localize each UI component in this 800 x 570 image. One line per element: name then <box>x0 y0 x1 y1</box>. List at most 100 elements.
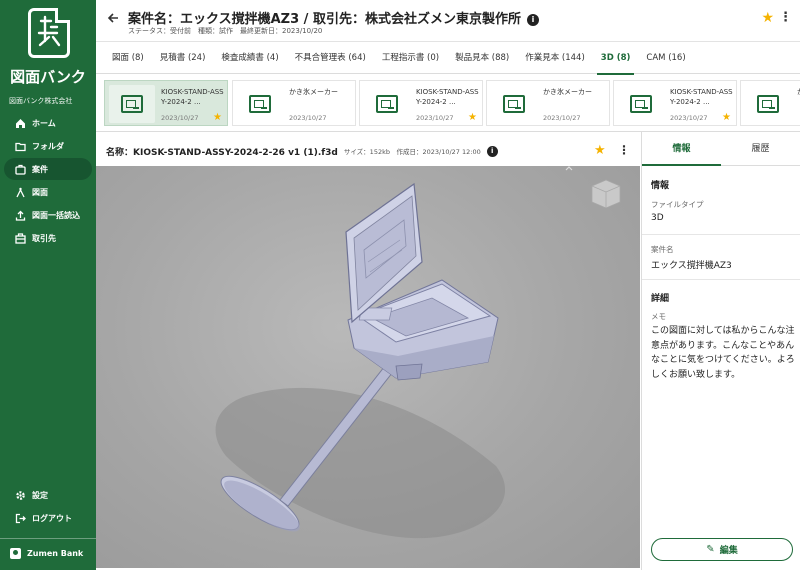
tab-cam[interactable]: CAM (16) <box>638 42 693 74</box>
file-type-label: ファイルタイプ <box>651 200 704 209</box>
logo[interactable]: 図面バンク <box>10 8 86 88</box>
building-icon <box>14 232 26 244</box>
sidebar-item-label: フォルダ <box>32 141 64 151</box>
gear-icon <box>14 489 26 501</box>
file-card[interactable]: KIOSK-STAND-ASSY-2024-2 ... 2023/10/27 ★ <box>104 80 228 126</box>
sidebar-item-label: 案件 <box>32 164 48 174</box>
sidebar-item-settings[interactable]: 設定 <box>4 484 92 506</box>
home-icon <box>14 117 26 129</box>
sidebar-item-folder[interactable]: フォルダ <box>4 135 92 157</box>
briefcase-icon <box>14 163 26 175</box>
favorite-star-icon[interactable]: ★ <box>594 143 606 158</box>
drawing-icon <box>249 95 271 113</box>
sidebar-item-cases[interactable]: 案件 <box>4 158 92 180</box>
sidebar-item-label: 図面 <box>32 187 48 197</box>
logo-mark-icon <box>28 8 70 58</box>
file-strip: KIOSK-STAND-ASSY-2024-2 ... 2023/10/27 ★… <box>96 74 800 132</box>
drawing-icon <box>757 95 779 113</box>
info-icon[interactable]: i <box>526 14 539 26</box>
file-name: 名称：KIOSK-STAND-ASSY-2024-2-26 v1 (1).f3d <box>106 147 338 158</box>
logout-icon <box>14 512 26 524</box>
star-icon[interactable]: ★ <box>213 112 222 123</box>
logo-text: 図面バンク <box>10 68 86 86</box>
sidebar-item-label: ログアウト <box>32 513 72 523</box>
sidebar-item-label: ホーム <box>32 118 56 128</box>
memo-text: この図面に対しては私からこんな注意点があります。こんなことやあんなことに気をつけ… <box>651 326 795 380</box>
page-title: 案件名：エックス撹拌機AZ3 / 取引先：株式会社ズメン東京製作所 i <box>128 8 539 27</box>
file-thumbnail <box>364 85 410 123</box>
user-menu[interactable]: Zumen Bank <box>0 538 96 568</box>
pencil-icon: ✎ <box>706 544 715 555</box>
file-meta: サイズ：152kb 作成日：2023/10/27 12:00 <box>343 148 481 156</box>
tab-product-samples[interactable]: 製品見本 (88) <box>447 42 517 74</box>
compass-icon <box>14 186 26 198</box>
file-thumbnail <box>618 85 664 123</box>
sidebar-nav: ホーム フォルダ 案件 図面 図面一括読込 取引先 <box>0 112 96 250</box>
file-card-date: 2023/10/27 <box>161 114 199 122</box>
file-card[interactable]: かき氷メーカー 2023/10/27 <box>232 80 356 126</box>
panel-tabs: 情報 履歴 <box>642 132 800 166</box>
more-menu-icon[interactable]: ⋮ <box>618 143 630 157</box>
tab-info[interactable]: 情報 <box>642 132 721 166</box>
section-title-info: 情報 <box>651 181 670 191</box>
drawing-icon <box>503 95 525 113</box>
tab-quotes[interactable]: 見積書 (24) <box>152 42 214 74</box>
3d-viewer[interactable] <box>96 166 640 568</box>
drawing-icon <box>630 95 652 113</box>
file-card-date: 2023/10/27 <box>543 114 581 122</box>
case-meta: ステータス：受付前 種類：試作 最終更新日：2023/10/20 <box>128 27 323 35</box>
file-card[interactable]: か <box>740 80 800 126</box>
sidebar-item-clients[interactable]: 取引先 <box>4 227 92 249</box>
sidebar-item-logout[interactable]: ログアウト <box>4 507 92 529</box>
tab-inspection-reports[interactable]: 検査成績書 (4) <box>213 42 286 74</box>
tab-3d[interactable]: 3D (8) <box>593 42 639 75</box>
tab-history[interactable]: 履歴 <box>721 132 800 165</box>
file-card-name: KIOSK-STAND-ASSY-2024-2 ... <box>161 88 224 106</box>
file-thumbnail <box>491 85 537 123</box>
favorite-star-icon[interactable]: ★ <box>761 10 774 26</box>
edit-button-label: 編集 <box>719 546 738 556</box>
divider <box>642 279 800 280</box>
file-card-name: KIOSK-STAND-ASSY-2024-2 ... <box>416 88 479 106</box>
sidebar-item-label: 取引先 <box>32 233 56 243</box>
case-name-label: 案件名 <box>651 245 674 254</box>
detail-panel: 情報 履歴 情報 ファイルタイプ 3D 案件名 エックス撹拌機AZ3 詳細 メモ… <box>641 132 800 570</box>
memo-label: メモ <box>651 312 666 321</box>
file-thumbnail <box>109 85 155 123</box>
section-title-details: 詳細 <box>651 294 670 304</box>
folder-icon <box>14 140 26 152</box>
sidebar-item-label: 図面一括読込 <box>32 210 80 220</box>
file-card[interactable]: KIOSK-STAND-ASSY-2024-2 ... 2023/10/27 ★ <box>359 80 483 126</box>
sidebar-item-drawings[interactable]: 図面 <box>4 181 92 203</box>
back-button[interactable] <box>104 9 122 27</box>
case-name-value: エックス撹拌機AZ3 <box>651 261 732 271</box>
file-card[interactable]: かき氷メーカー 2023/10/27 <box>486 80 610 126</box>
user-name: Zumen Bank <box>27 549 84 558</box>
file-card-date: 2023/10/27 <box>670 114 708 122</box>
tab-defect-management[interactable]: 不具合管理表 (64) <box>287 42 374 74</box>
file-card-date: 2023/10/27 <box>416 114 454 122</box>
file-card-name: かき氷メーカー <box>543 88 592 96</box>
file-type-value: 3D <box>651 213 664 223</box>
tab-drawings[interactable]: 図面 (8) <box>104 42 152 74</box>
file-card-date: 2023/10/27 <box>289 114 327 122</box>
tab-work-samples[interactable]: 作業見本 (144) <box>517 42 593 74</box>
file-card[interactable]: KIOSK-STAND-ASSY-2024-2 ... 2023/10/27 ★ <box>613 80 737 126</box>
sidebar-item-label: 設定 <box>32 490 48 500</box>
star-icon[interactable]: ★ <box>722 112 731 123</box>
info-icon[interactable]: i <box>486 145 498 157</box>
company-name: 図面バンク株式会社 <box>9 97 73 105</box>
sidebar-item-home[interactable]: ホーム <box>4 112 92 134</box>
star-icon[interactable]: ★ <box>468 112 477 123</box>
avatar <box>10 548 21 559</box>
file-card-name: かき氷メーカー <box>289 88 338 96</box>
sidebar-item-bulk-import[interactable]: 図面一括読込 <box>4 204 92 226</box>
tab-process-instructions[interactable]: 工程指示書 (0) <box>374 42 447 74</box>
3d-model-render <box>215 166 621 539</box>
upload-icon <box>14 209 26 221</box>
more-menu-icon[interactable]: ⋮ <box>779 10 792 25</box>
edit-button[interactable]: ✎ 編集 <box>651 538 793 561</box>
file-card-name: KIOSK-STAND-ASSY-2024-2 ... <box>670 88 733 106</box>
arrow-left-icon <box>107 13 118 23</box>
file-header: 名称：KIOSK-STAND-ASSY-2024-2-26 v1 (1).f3d… <box>96 138 640 164</box>
